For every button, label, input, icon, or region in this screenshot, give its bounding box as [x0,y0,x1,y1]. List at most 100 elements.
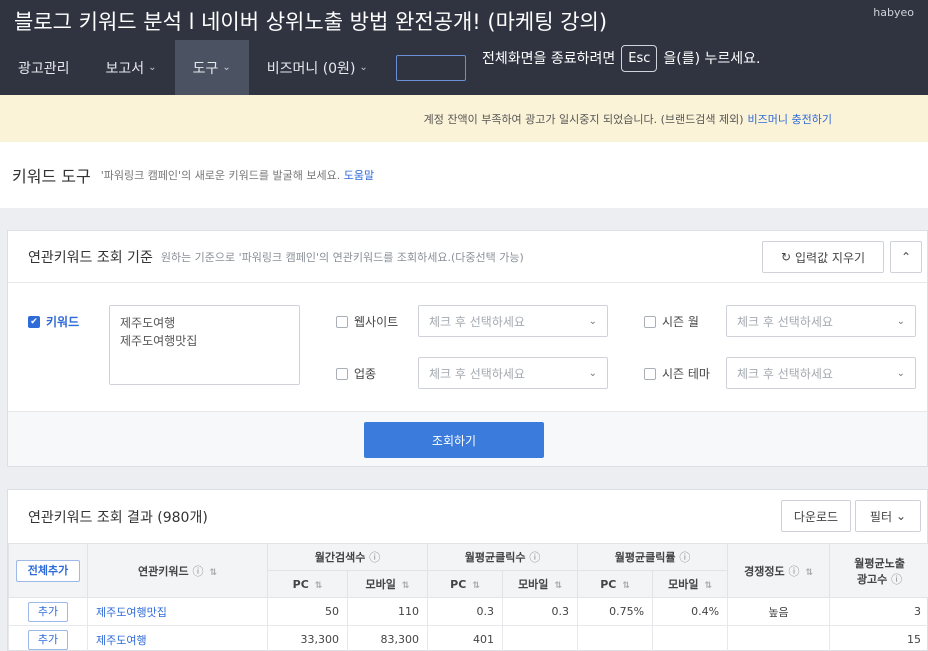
nav-reports[interactable]: 보고서 ⌄ [88,40,175,95]
reset-inputs-button[interactable]: ↻ 입력값 지우기 [762,241,884,273]
chevron-down-icon: ⌄ [148,62,157,73]
cell-search-pc: 50 [267,597,348,626]
chevron-down-icon: ⌄ [896,367,905,379]
cell-search-mobile: 110 [346,597,429,626]
criteria-title: 연관키워드 조회 기준 [28,249,153,266]
criteria-description: 원하는 기준으로 '파워링크 캠페인'의 연관키워드를 조회하세요.(다중선택 … [160,250,524,264]
search-button[interactable]: 조회하기 [364,422,544,458]
col-ctr-mobile[interactable]: 모바일 ⇅ [652,570,729,598]
page-title: 키워드 도구 [12,167,91,186]
industry-option[interactable]: 업종 [336,365,376,382]
season-theme-option[interactable]: 시즌 테마 [644,365,710,382]
cell-ctr-pc [577,625,654,651]
website-option[interactable]: 웹사이트 [336,313,398,330]
add-keyword-button[interactable]: 추가 [28,629,68,650]
website-checkbox[interactable] [336,315,348,328]
page-header: 키워드 도구 '파워링크 캠페인'의 새로운 키워드를 발굴해 보세요. 도움말 [0,142,928,208]
help-icon: ⓘ [788,564,800,578]
sort-icon: ⇅ [805,567,813,578]
cell-clicks-mobile [502,625,579,651]
industry-checkbox[interactable] [336,367,348,380]
cell-competition [727,625,831,651]
add-keyword-button[interactable]: 추가 [28,601,68,622]
cell-clicks-mobile: 0.3 [502,597,579,626]
help-link[interactable]: 도움말 [344,169,374,182]
chevron-up-icon: ⌃ [900,250,912,264]
col-competition[interactable]: 경쟁정도 ⓘ ⇅ [727,543,831,598]
cell-ctr-mobile: 0.4% [652,597,729,626]
cell-search-pc: 33,300 [267,625,348,651]
nav-bizmoney[interactable]: 비즈머니 (0원) ⌄ [249,40,386,95]
top-navigation: 광고관리 보고서 ⌄ 도구 ⌄ 비즈머니 (0원) ⌄ 블로그 키워드 분석 l 네이… [0,0,928,95]
cell-ctr-mobile [652,625,729,651]
season-month-checkbox[interactable] [644,315,656,328]
help-icon: ⓘ [529,551,541,564]
keyword-link[interactable]: 제주도여행맛집 [96,606,167,619]
download-button[interactable]: 다운로드 [781,500,851,532]
bizmoney-charge-link[interactable]: 비즈머니 충전하기 [748,111,832,127]
video-title: 블로그 키워드 분석 l 네이버 상위노출 방법 완전공개! (마케팅 강의) [14,10,608,34]
results-panel: 연관키워드 조회 결과 (980개) 다운로드 필터 ⌄ 전체추가 연관키워드 ⓘ… [7,489,928,651]
chevron-down-icon: ⌄ [222,62,231,73]
results-table: 전체추가 연관키워드 ⓘ ⇅ 월간검색수 ⓘ 월평균클릭수 ⓘ 월평균클릭률 ⓘ … [8,543,928,651]
keyword-checkbox[interactable]: ✔ [28,315,40,328]
col-avg-clicks: 월평균클릭수 ⓘ [427,543,579,571]
sort-icon: ⇅ [554,581,562,591]
col-keyword[interactable]: 연관키워드 ⓘ ⇅ [87,543,268,598]
season-month-option[interactable]: 시즌 월 [644,313,699,330]
cell-clicks-pc: 401 [427,625,504,651]
main-nav: 광고관리 보고서 ⌄ 도구 ⌄ 비즈머니 (0원) ⌄ [0,40,466,95]
filter-button[interactable]: 필터 ⌄ [855,500,921,532]
cell-competition: 높음 [727,597,831,626]
sort-icon: ⇅ [314,580,323,591]
balance-notice-banner: 계정 잔액이 부족하여 광고가 일시중지 되었습니다. (브랜드검색 제외) 비… [0,95,928,142]
col-ctr-pc[interactable]: PC ⇅ [577,570,654,598]
nav-ad-management[interactable]: 광고관리 [0,40,88,95]
chevron-down-icon: ⌄ [588,367,597,379]
channel-name: habyeo [873,6,914,19]
season-month-select[interactable]: 체크 후 선택하세요 ⌄ [726,305,916,337]
chevron-down-icon: ⌄ [359,62,368,73]
results-title: 연관키워드 조회 결과 (980개) [28,509,208,526]
search-bar: 조회하기 [8,411,927,466]
col-search-mobile[interactable]: 모바일 ⇅ [346,570,429,598]
industry-select[interactable]: 체크 후 선택하세요 ⌄ [418,357,608,389]
bizmoney-charge-button[interactable] [395,54,466,81]
refresh-icon: ↻ [780,250,791,264]
help-icon: ⓘ [891,572,903,586]
add-all-cell: 전체추가 [8,543,88,598]
keyword-link[interactable]: 제주도여행 [96,634,147,647]
cell-ad-count: 15 [829,625,928,651]
chevron-down-icon: ⌄ [896,315,905,327]
chevron-down-icon: ⌄ [896,509,907,523]
sort-icon: ⇅ [704,581,712,591]
col-avg-ctr: 월평균클릭률 ⓘ [577,543,729,571]
keyword-option[interactable]: ✔ 키워드 [28,313,79,330]
season-theme-select[interactable]: 체크 후 선택하세요 ⌄ [726,357,916,389]
criteria-panel: 연관키워드 조회 기준 원하는 기준으로 '파워링크 캠페인'의 연관키워드를 … [7,230,928,467]
add-all-button[interactable]: 전체추가 [16,559,80,582]
collapse-button[interactable]: ⌃ [890,241,922,273]
sort-icon: ⇅ [209,567,217,578]
results-header: 연관키워드 조회 결과 (980개) 다운로드 필터 ⌄ [8,490,927,543]
sort-icon: ⇅ [472,580,480,591]
season-theme-checkbox[interactable] [644,367,656,380]
col-ad-count[interactable]: 월평균노출 광고수 ⓘ [829,543,928,598]
esc-key-badge: Esc [621,44,658,72]
col-monthly-search: 월간검색수 ⓘ [266,543,429,571]
col-clicks-mobile[interactable]: 모바일 ⇅ [502,570,579,598]
nav-tools[interactable]: 도구 ⌄ [174,40,249,95]
table-row: 추가 제주도여행 33,300 83,300 401 15 [8,625,928,651]
help-icon: ⓘ [679,551,691,564]
cell-search-mobile: 83,300 [346,625,429,651]
cell-ctr-pc: 0.75% [577,597,654,626]
page-description: '파워링크 캠페인'의 새로운 키워드를 발굴해 보세요. 도움말 [100,169,375,182]
col-clicks-pc[interactable]: PC ⇅ [427,570,504,598]
col-search-pc[interactable]: PC ⇅ [267,570,348,598]
table-row: 추가 제주도여행맛집 50 110 0.3 0.3 0.75% 0.4% 높음 … [8,597,928,626]
website-select[interactable]: 체크 후 선택하세요 ⌄ [418,305,608,337]
fullscreen-exit-hint: 전체화면을 종료하려면 Esc 을(를) 누르세요. [482,41,761,75]
help-icon: ⓘ [369,551,381,564]
keyword-textarea[interactable]: 제주도여행 제주도여행맛집 [109,305,300,385]
chevron-down-icon: ⌄ [588,315,597,327]
